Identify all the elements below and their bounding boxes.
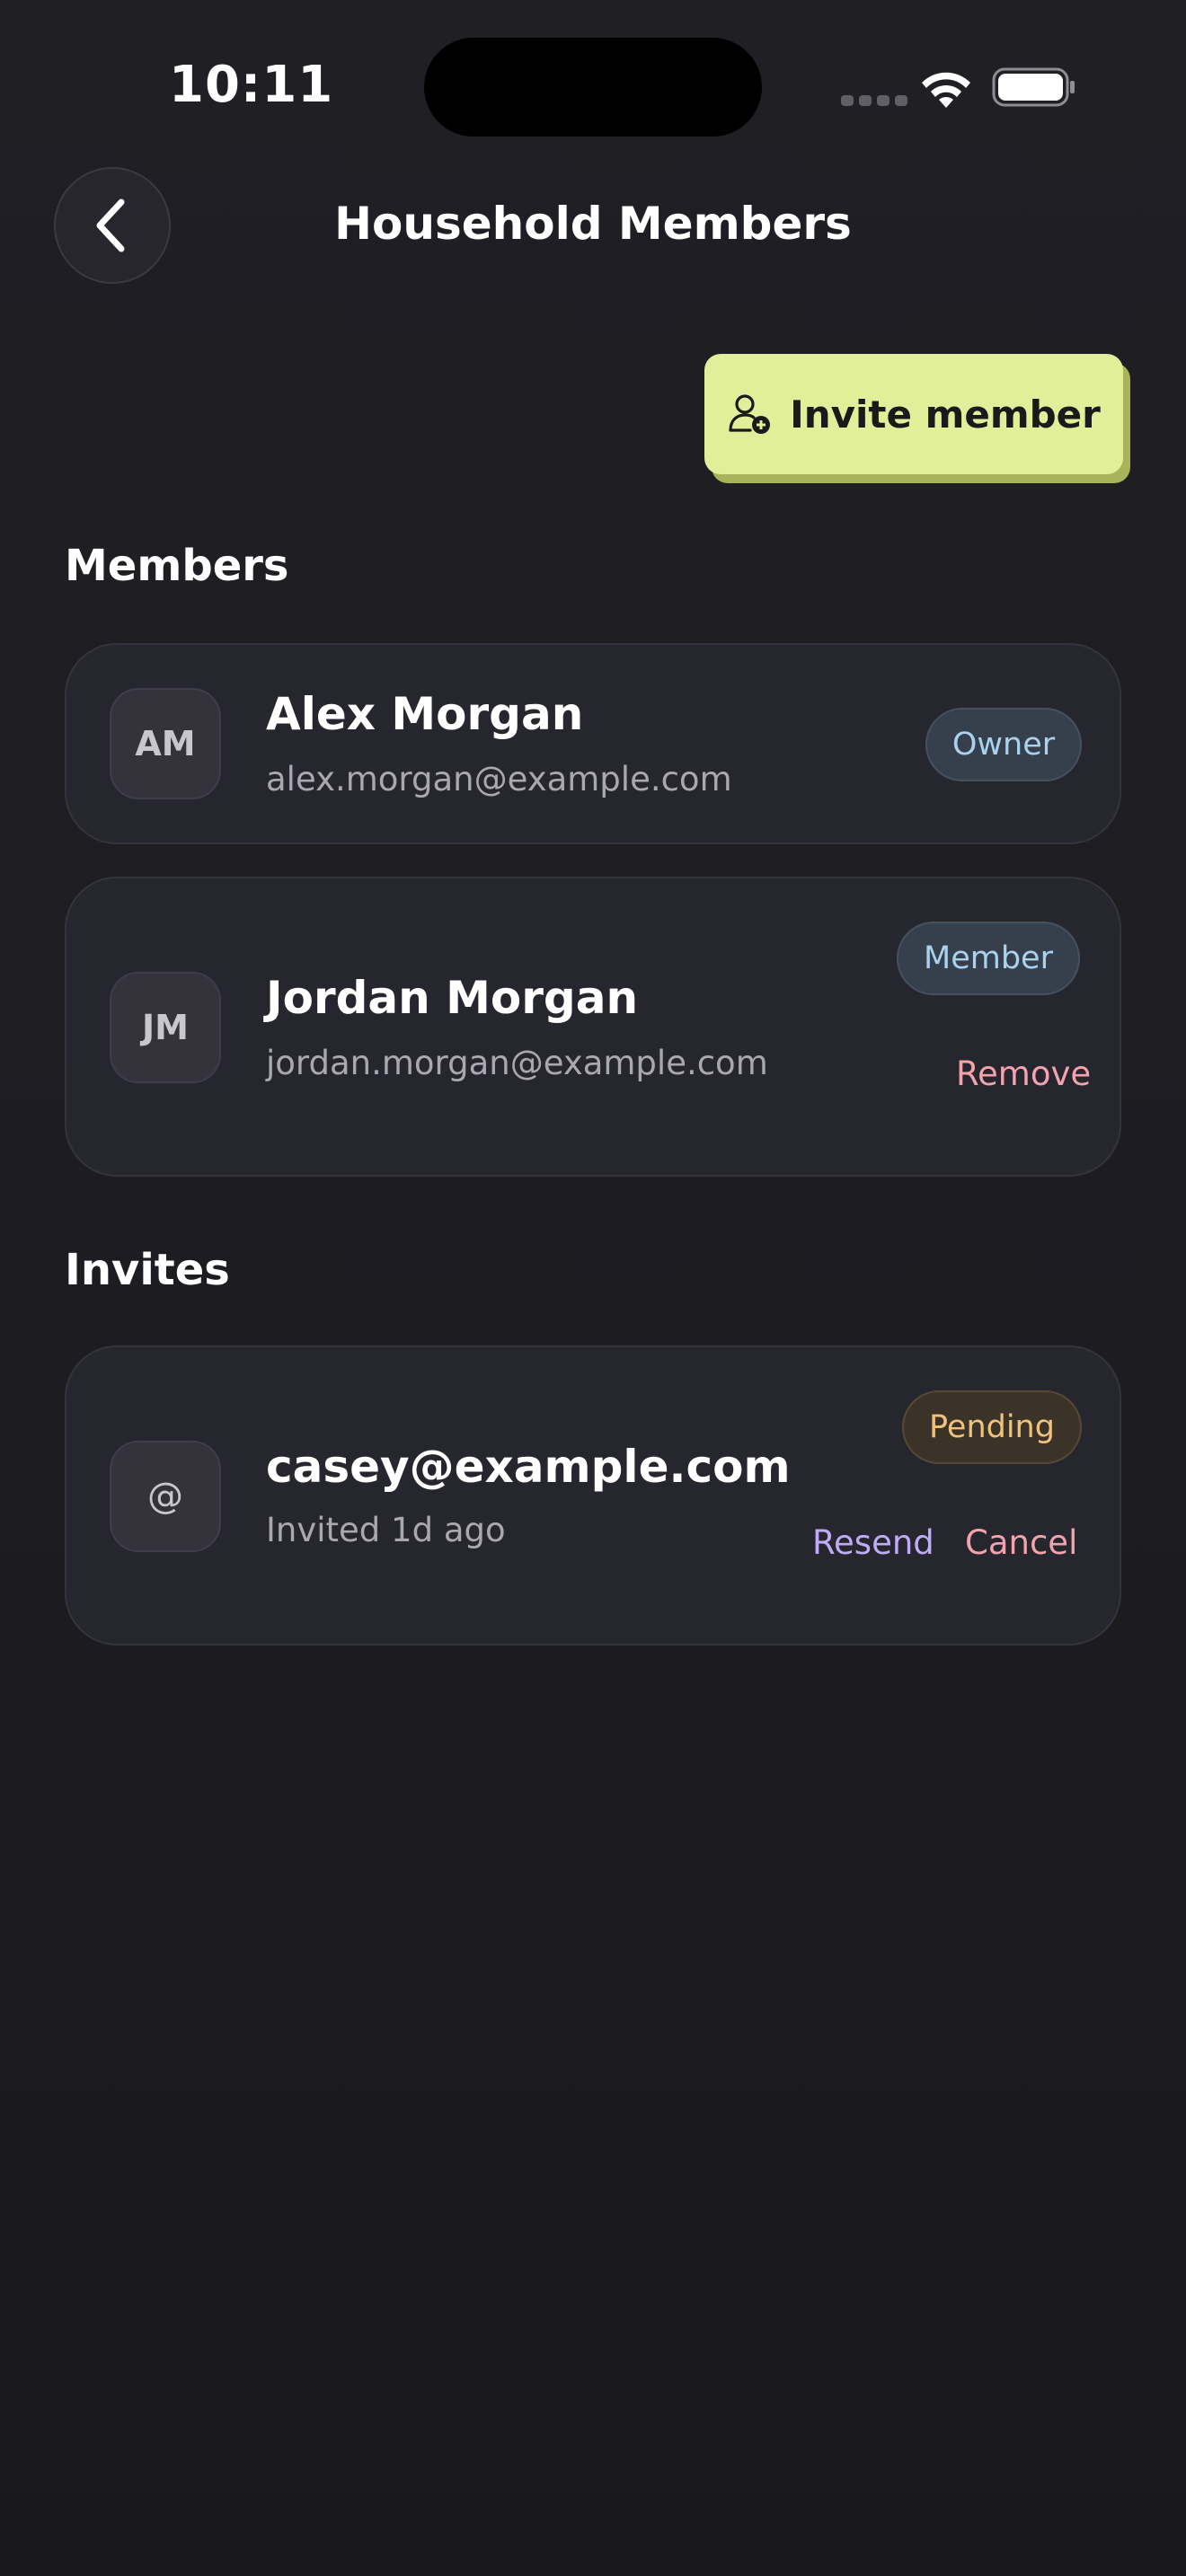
- remove-member-button[interactable]: Remove: [956, 1054, 1091, 1093]
- user-plus-icon: [729, 394, 771, 434]
- avatar: JM: [110, 972, 221, 1083]
- invite-member-label: Invite member: [790, 392, 1101, 437]
- page-title: Household Members: [334, 198, 852, 250]
- signal-icon: [841, 95, 907, 106]
- status-time: 10:11: [169, 56, 334, 114]
- status-bar: 10:11: [0, 0, 1186, 162]
- invite-avatar: @: [110, 1441, 221, 1552]
- invite-member-button[interactable]: Invite member: [704, 354, 1123, 474]
- invite-card: @ casey@example.com Invited 1d ago Pendi…: [65, 1345, 1121, 1645]
- member-card[interactable]: AM Alex Morgan alex.morgan@example.com O…: [65, 643, 1121, 844]
- status-badge: Pending: [902, 1390, 1082, 1464]
- role-badge: Member: [897, 922, 1080, 995]
- invite-email: casey@example.com: [266, 1441, 791, 1493]
- avatar: AM: [110, 688, 221, 799]
- invites-section-title: Invites: [65, 1245, 230, 1295]
- battery-icon: [992, 67, 1075, 107]
- cancel-invite-button[interactable]: Cancel: [965, 1523, 1077, 1562]
- wifi-icon: [922, 72, 970, 108]
- resend-invite-button[interactable]: Resend: [812, 1523, 934, 1562]
- member-email: jordan.morgan@example.com: [266, 1044, 768, 1082]
- invite-time: Invited 1d ago: [266, 1511, 506, 1549]
- dynamic-island: [424, 38, 762, 137]
- member-name: Alex Morgan: [266, 688, 584, 740]
- member-card[interactable]: JM Jordan Morgan jordan.morgan@example.c…: [65, 877, 1121, 1177]
- member-email: alex.morgan@example.com: [266, 760, 732, 798]
- members-section-title: Members: [65, 541, 289, 591]
- role-badge: Owner: [925, 708, 1082, 781]
- member-name: Jordan Morgan: [266, 972, 639, 1024]
